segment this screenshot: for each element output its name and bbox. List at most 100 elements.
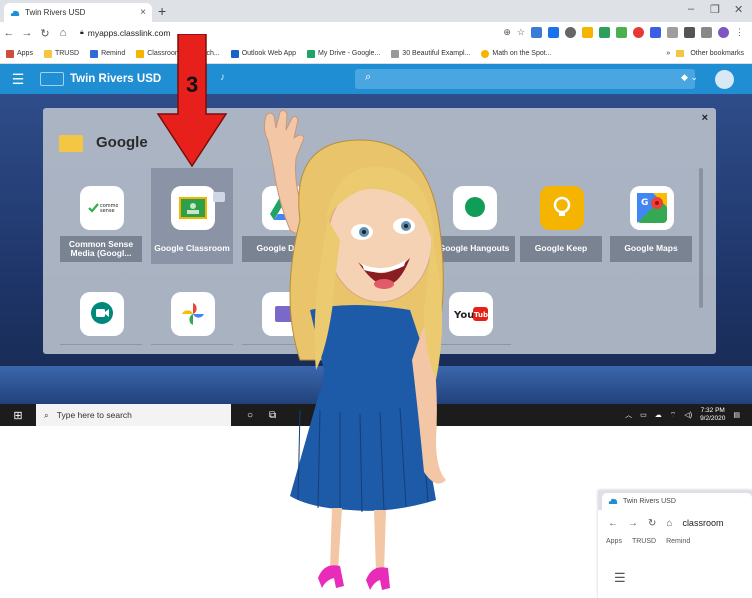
screenshot-stage: Twin Rivers USD × + – ❐ ✕ ← → ↻ ⌂ 🔒︎ mya… xyxy=(0,0,752,598)
app-tile-google-keep[interactable]: Google Keep xyxy=(520,168,602,264)
divider xyxy=(60,344,142,345)
extension-icon[interactable] xyxy=(565,27,576,38)
system-tray: ︿ ▭ ☁ ⌔ ◁) 7:32 PM 9/2/2020 ▤ xyxy=(625,407,740,423)
folder-icon xyxy=(59,135,83,152)
forward-icon[interactable]: → xyxy=(18,27,36,39)
add-icon[interactable]: ⊕ xyxy=(503,27,511,38)
web-icon xyxy=(391,49,400,58)
bookmarks-overflow: » Other bookmarks xyxy=(666,50,744,57)
new-tab-button[interactable]: + xyxy=(158,3,166,19)
drive-icon xyxy=(307,49,316,58)
address-bar-row: ← → ↻ ⌂ 🔒︎ myapps.classlink.com ⊕ ☆ ⋮ xyxy=(0,22,752,44)
google-meet-icon xyxy=(80,292,124,336)
hamburger-menu-icon[interactable]: ☰ xyxy=(0,71,36,88)
cast-icon[interactable] xyxy=(701,27,712,38)
bookmark-remind[interactable]: Remind xyxy=(90,49,125,58)
back-icon[interactable]: ← xyxy=(0,27,18,39)
clock-time: 7:32 PM xyxy=(700,407,725,414)
maximize-button[interactable]: ❐ xyxy=(710,3,720,16)
taskbar-search-placeholder: Type here to search xyxy=(56,410,132,420)
taskbar-clock[interactable]: 7:32 PM 9/2/2020 xyxy=(700,407,725,423)
notifications-icon[interactable]: ▤ xyxy=(733,411,740,419)
search-icon: ⌕ xyxy=(44,409,49,420)
extension-icon[interactable] xyxy=(531,27,542,38)
classlink-header: ☰ Twin Rivers USD ♪ ⌕ ◆ ⌄ xyxy=(0,64,752,94)
app-tile-google-classroom[interactable]: Google Classroom xyxy=(151,168,233,264)
forward-icon[interactable]: → xyxy=(628,518,638,529)
apps-grid-icon xyxy=(6,49,14,58)
bookmark-drive[interactable]: My Drive - Google... xyxy=(307,49,380,58)
extension-icons: ⊕ ☆ ⋮ xyxy=(503,27,744,38)
extension-icon[interactable] xyxy=(633,27,644,38)
app-tile-common-sense[interactable]: commonsense Common Sense Media (Googl... xyxy=(60,168,142,264)
taskbar-search-input[interactable]: ⌕ Type here to search xyxy=(36,404,231,426)
bookmark-trusd[interactable]: TRUSD xyxy=(43,49,79,58)
mini-address-bar: ← → ↻ ⌂ classroom xyxy=(598,512,752,534)
cloud-icon[interactable]: ☁ xyxy=(655,411,662,419)
hamburger-menu-icon[interactable]: ☰ xyxy=(614,570,626,586)
extension-icon[interactable] xyxy=(667,27,678,38)
tag-dropdown-icon[interactable]: ◆ ⌄ xyxy=(681,72,698,83)
reload-icon[interactable]: ↻ xyxy=(36,27,54,40)
remind-icon xyxy=(90,49,99,58)
mini-tab-strip: Twin Rivers USD xyxy=(598,490,752,510)
menu-dots-icon[interactable]: ⋮ xyxy=(735,27,744,38)
app-tile-google-maps[interactable]: G Google Maps xyxy=(610,168,692,264)
tab-close-icon[interactable]: × xyxy=(140,7,146,18)
classlink-search-input[interactable]: ⌕ xyxy=(355,69,695,89)
bookmark-apps[interactable]: Apps xyxy=(606,538,622,545)
google-keep-icon xyxy=(540,186,584,230)
district-name: Twin Rivers USD xyxy=(70,73,162,85)
more-bookmarks-button[interactable]: » xyxy=(666,50,670,57)
avatar[interactable] xyxy=(715,70,734,89)
back-icon[interactable]: ← xyxy=(608,518,618,529)
app-label: Google Keep xyxy=(520,236,602,262)
mini-tab-title: Twin Rivers USD xyxy=(623,498,676,505)
folder-icon xyxy=(43,49,52,58)
extension-icon[interactable] xyxy=(616,27,627,38)
wifi-icon[interactable]: ⌔ xyxy=(670,411,677,420)
app-label: Common Sense Media (Googl... xyxy=(60,236,142,262)
math-icon xyxy=(481,49,490,58)
bookmark-remind[interactable]: Remind xyxy=(666,538,690,545)
bookmark-examples[interactable]: 30 Beautiful Exampl... xyxy=(391,49,470,58)
extension-icon[interactable] xyxy=(548,27,559,38)
google-photos-icon xyxy=(171,292,215,336)
bookmark-apps[interactable]: Apps xyxy=(6,49,33,58)
close-icon[interactable]: × xyxy=(702,112,708,124)
red-arrow-icon xyxy=(156,34,228,168)
extension-icon[interactable] xyxy=(599,27,610,38)
mini-browser-tab[interactable]: Twin Rivers USD xyxy=(602,493,752,510)
home-icon[interactable]: ⌂ xyxy=(666,518,672,529)
svg-text:G: G xyxy=(641,198,648,208)
scrollbar[interactable] xyxy=(699,168,703,308)
browser-tab[interactable]: Twin Rivers USD × xyxy=(4,3,152,22)
app-tile-google-meet[interactable] xyxy=(60,292,142,354)
extension-icon[interactable] xyxy=(582,27,593,38)
mini-url-field[interactable]: classroom xyxy=(682,518,723,528)
svg-text:sense: sense xyxy=(100,208,115,214)
mini-browser-window: Twin Rivers USD ← → ↻ ⌂ classroom Apps T… xyxy=(598,490,752,598)
close-window-button[interactable]: ✕ xyxy=(734,3,743,16)
classlink-favicon-icon xyxy=(10,9,20,17)
reload-icon[interactable]: ↻ xyxy=(648,518,656,529)
tray-chevron-icon[interactable]: ︿ xyxy=(625,410,632,420)
district-logo xyxy=(40,72,64,86)
clock-date: 9/2/2020 xyxy=(700,415,726,422)
battery-icon[interactable]: ▭ xyxy=(640,411,647,419)
extension-icon[interactable] xyxy=(650,27,661,38)
app-tile-google-photos[interactable] xyxy=(151,292,233,354)
other-bookmarks[interactable]: Other bookmarks xyxy=(690,50,744,57)
folder-title: Google xyxy=(96,134,148,151)
bookmark-outlook[interactable]: Outlook Web App xyxy=(230,49,296,58)
star-icon[interactable]: ☆ xyxy=(517,27,525,38)
bookmark-math[interactable]: Math on the Spot... xyxy=(481,49,552,58)
bookmark-trusd[interactable]: TRUSD xyxy=(632,538,656,545)
profile-icon[interactable] xyxy=(718,27,729,38)
minimize-button[interactable]: – xyxy=(688,3,694,15)
bookmarks-bar: Apps TRUSD Remind Classroom Search... Ou… xyxy=(0,44,752,64)
volume-icon[interactable]: ◁) xyxy=(684,411,692,419)
home-icon[interactable]: ⌂ xyxy=(54,27,72,39)
extensions-puzzle-icon[interactable] xyxy=(684,27,695,38)
windows-start-icon[interactable]: ⊞ xyxy=(0,409,36,422)
